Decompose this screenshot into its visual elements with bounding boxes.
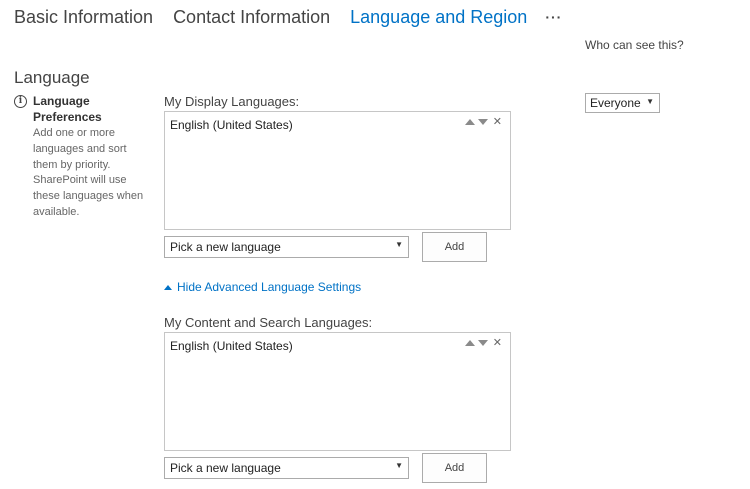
visibility-label: Who can see this? — [585, 38, 684, 52]
content-language-picker[interactable]: Pick a new language ▼ — [164, 457, 409, 479]
remove-icon[interactable]: ✕ — [493, 116, 502, 128]
visibility-select[interactable]: Everyone ▼ — [585, 93, 660, 113]
display-language-picker[interactable]: Pick a new language ▼ — [164, 236, 409, 258]
collapse-icon — [164, 284, 172, 290]
profile-settings-page: Basic Information Contact Information La… — [0, 0, 750, 489]
content-languages-list: English (United States) ✕ — [164, 332, 511, 451]
move-up-icon[interactable] — [464, 119, 475, 125]
tab-contact-information[interactable]: Contact Information — [173, 5, 330, 29]
content-languages-label: My Content and Search Languages: — [164, 315, 373, 330]
remove-icon[interactable]: ✕ — [493, 337, 502, 349]
info-icon: i — [14, 95, 27, 108]
list-item-controls: ✕ — [464, 337, 502, 349]
chevron-down-icon: ▼ — [395, 240, 403, 249]
tab-basic-information[interactable]: Basic Information — [14, 5, 153, 29]
more-tabs-button[interactable]: ··· — [545, 5, 562, 29]
chevron-down-icon: ▼ — [395, 461, 403, 470]
list-item-controls: ✕ — [464, 116, 502, 128]
visibility-value: Everyone — [590, 96, 641, 110]
picker-value: Pick a new language — [170, 461, 281, 475]
language-preferences-description: Add one or more languages and sort them … — [33, 127, 144, 218]
hide-advanced-settings-link[interactable]: Hide Advanced Language Settings — [164, 280, 361, 294]
hide-advanced-settings-label: Hide Advanced Language Settings — [177, 280, 362, 294]
add-display-language-button[interactable]: Add — [422, 232, 487, 262]
add-content-language-button[interactable]: Add — [422, 453, 487, 483]
move-up-icon[interactable] — [464, 340, 475, 346]
move-down-icon[interactable] — [477, 119, 488, 125]
profile-tabs: Basic Information Contact Information La… — [14, 4, 562, 30]
display-languages-list: English (United States) ✕ — [164, 111, 511, 230]
display-languages-label: My Display Languages: — [164, 94, 300, 109]
list-item[interactable]: English (United States) — [170, 339, 293, 353]
picker-value: Pick a new language — [170, 240, 281, 254]
list-item[interactable]: English (United States) — [170, 118, 293, 132]
language-preferences-title: Language Preferences — [33, 94, 102, 124]
move-down-icon[interactable] — [477, 340, 488, 346]
section-title: Language — [14, 68, 90, 87]
chevron-down-icon: ▼ — [646, 97, 654, 106]
tab-language-and-region[interactable]: Language and Region — [350, 5, 527, 29]
